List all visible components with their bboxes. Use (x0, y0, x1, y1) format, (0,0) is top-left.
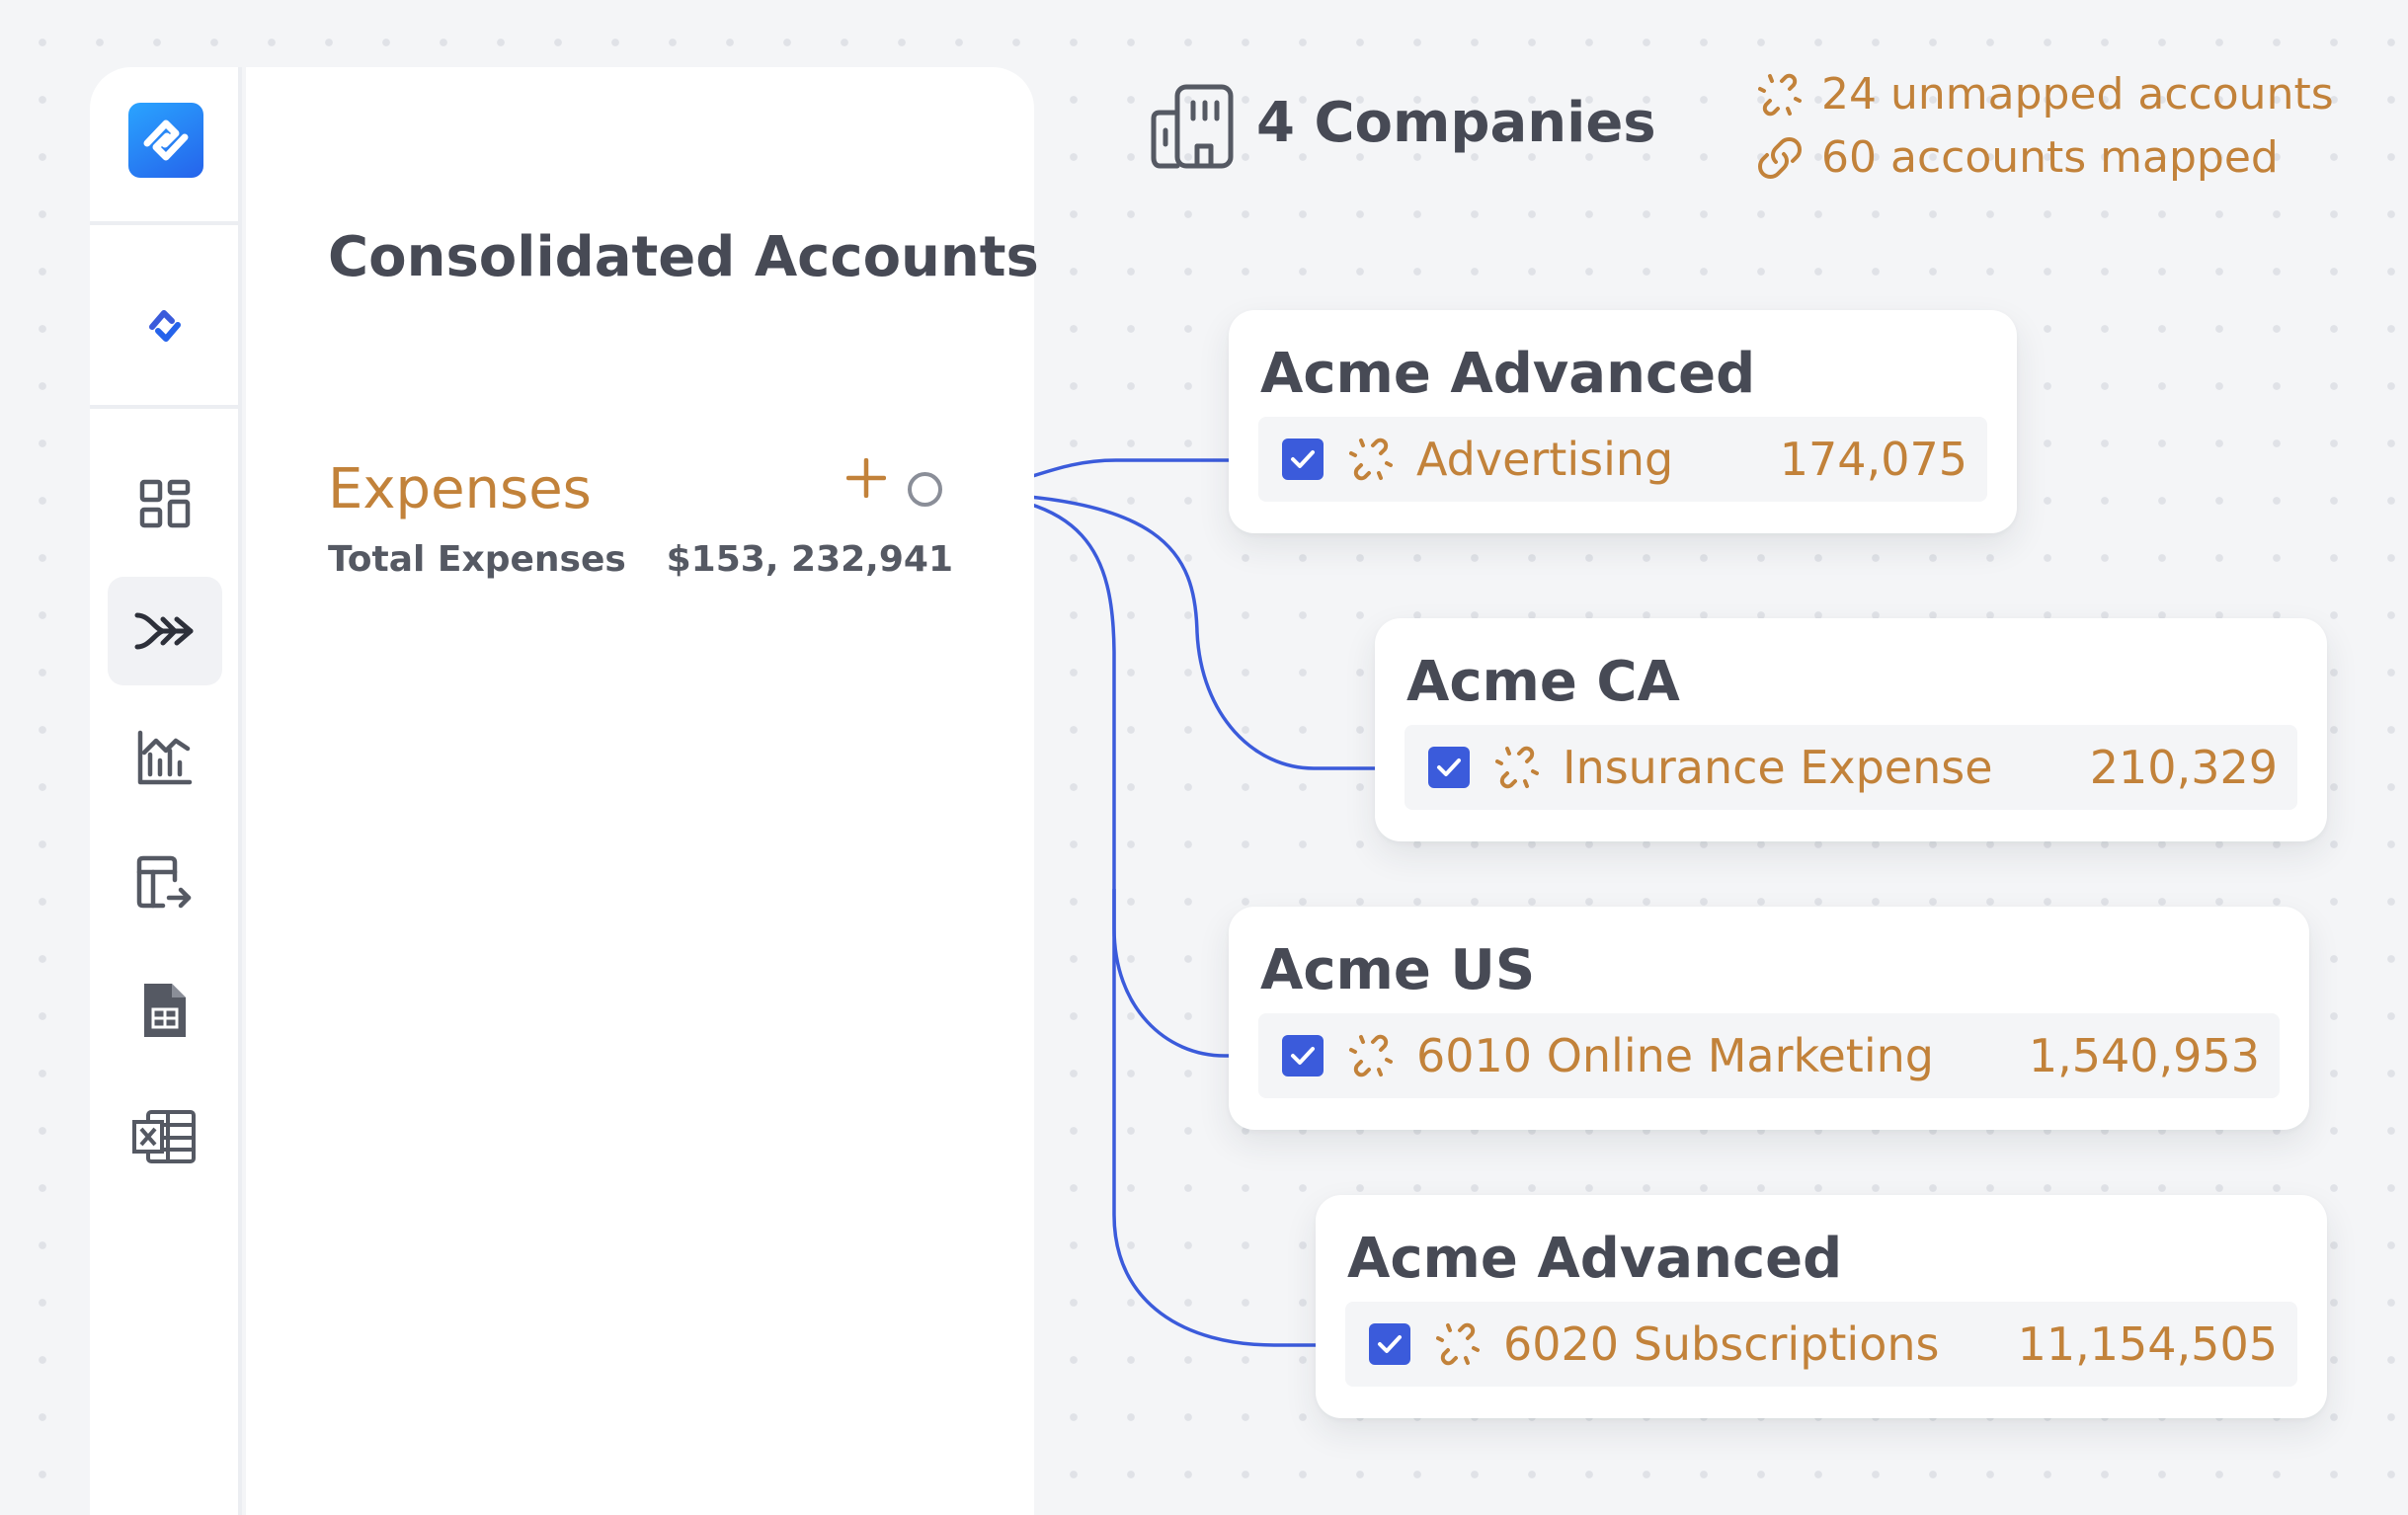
link-icon (1758, 136, 1802, 179)
checkmark-icon (1437, 758, 1461, 776)
company-name: Acme CA (1406, 650, 1680, 714)
company-name: Acme Advanced (1347, 1227, 1843, 1291)
total-label: Total Expenses (328, 539, 626, 580)
account-row[interactable]: 6020 Subscriptions 11,154,505 (1345, 1302, 2297, 1387)
broken-link-icon[interactable] (1495, 746, 1539, 789)
bar-chart-icon[interactable] (108, 703, 222, 812)
category-label[interactable]: Expenses (328, 457, 592, 521)
total-value: $153, 232,941 (666, 539, 953, 580)
checkmark-icon (1291, 1047, 1315, 1065)
app-logo[interactable] (128, 103, 203, 178)
spreadsheet-file-icon[interactable] (108, 956, 222, 1065)
consolidated-accounts-panel: Consolidated Accounts Expenses Total Exp… (246, 67, 1039, 1515)
logo-icon (143, 120, 189, 161)
companies-count: 4 Companies (1256, 91, 1656, 155)
account-amount: 11,154,505 (2017, 1317, 2278, 1371)
account-name: 6020 Subscriptions (1503, 1317, 1940, 1371)
mapping-card[interactable]: Acme Advanced 6020 Subscriptions 11,154,… (1316, 1195, 2327, 1418)
broken-link-icon (1758, 73, 1802, 116)
sidebar-divider (90, 405, 238, 409)
company-name: Acme Advanced (1260, 342, 1756, 406)
grid-icon[interactable] (108, 450, 222, 559)
table-export-icon[interactable] (108, 830, 222, 938)
mapping-checkbox[interactable] (1282, 439, 1324, 480)
account-name: Advertising (1416, 433, 1674, 486)
account-row[interactable]: Insurance Expense 210,329 (1405, 725, 2297, 810)
unmapped-accounts-stat[interactable]: 24 unmapped accounts (1758, 69, 2334, 120)
excel-icon[interactable] (108, 1082, 222, 1191)
mapping-checkbox[interactable] (1282, 1035, 1324, 1076)
mapping-card[interactable]: Acme Advanced Advertising 174,075 (1229, 310, 2017, 533)
brand-mark-icon[interactable] (108, 272, 222, 380)
account-amount: 210,329 (2089, 741, 2278, 794)
page-title: Consolidated Accounts (328, 225, 1039, 289)
mapping-checkbox[interactable] (1369, 1323, 1410, 1365)
add-icon[interactable] (846, 458, 886, 498)
connector-port[interactable] (908, 472, 942, 507)
merge-arrows-icon[interactable] (108, 577, 222, 685)
account-amount: 174,075 (1779, 433, 1967, 486)
sidebar-divider (90, 221, 238, 225)
account-name: 6010 Online Marketing (1416, 1029, 1934, 1082)
account-amount: 1,540,953 (2028, 1029, 2260, 1082)
account-name: Insurance Expense (1563, 741, 1993, 794)
mapping-card[interactable]: Acme CA Insurance Expense 210,329 (1375, 618, 2327, 841)
mapping-card[interactable]: Acme US 6010 Online Marketing 1,540,953 (1229, 907, 2309, 1130)
broken-link-icon[interactable] (1349, 1034, 1393, 1077)
account-row[interactable]: 6010 Online Marketing 1,540,953 (1258, 1013, 2280, 1098)
companies-icon (1151, 84, 1234, 169)
checkmark-icon (1291, 450, 1315, 468)
broken-link-icon[interactable] (1436, 1322, 1480, 1366)
checkmark-icon (1378, 1335, 1402, 1353)
mapped-accounts-stat[interactable]: 60 accounts mapped (1758, 132, 2279, 183)
sidebar (90, 67, 242, 1515)
mapped-label: 60 accounts mapped (1821, 132, 2279, 183)
company-name: Acme US (1260, 938, 1536, 1002)
broken-link-icon[interactable] (1349, 438, 1393, 481)
unmapped-label: 24 unmapped accounts (1821, 69, 2334, 120)
account-row[interactable]: Advertising 174,075 (1258, 417, 1987, 502)
mapping-checkbox[interactable] (1428, 747, 1470, 788)
